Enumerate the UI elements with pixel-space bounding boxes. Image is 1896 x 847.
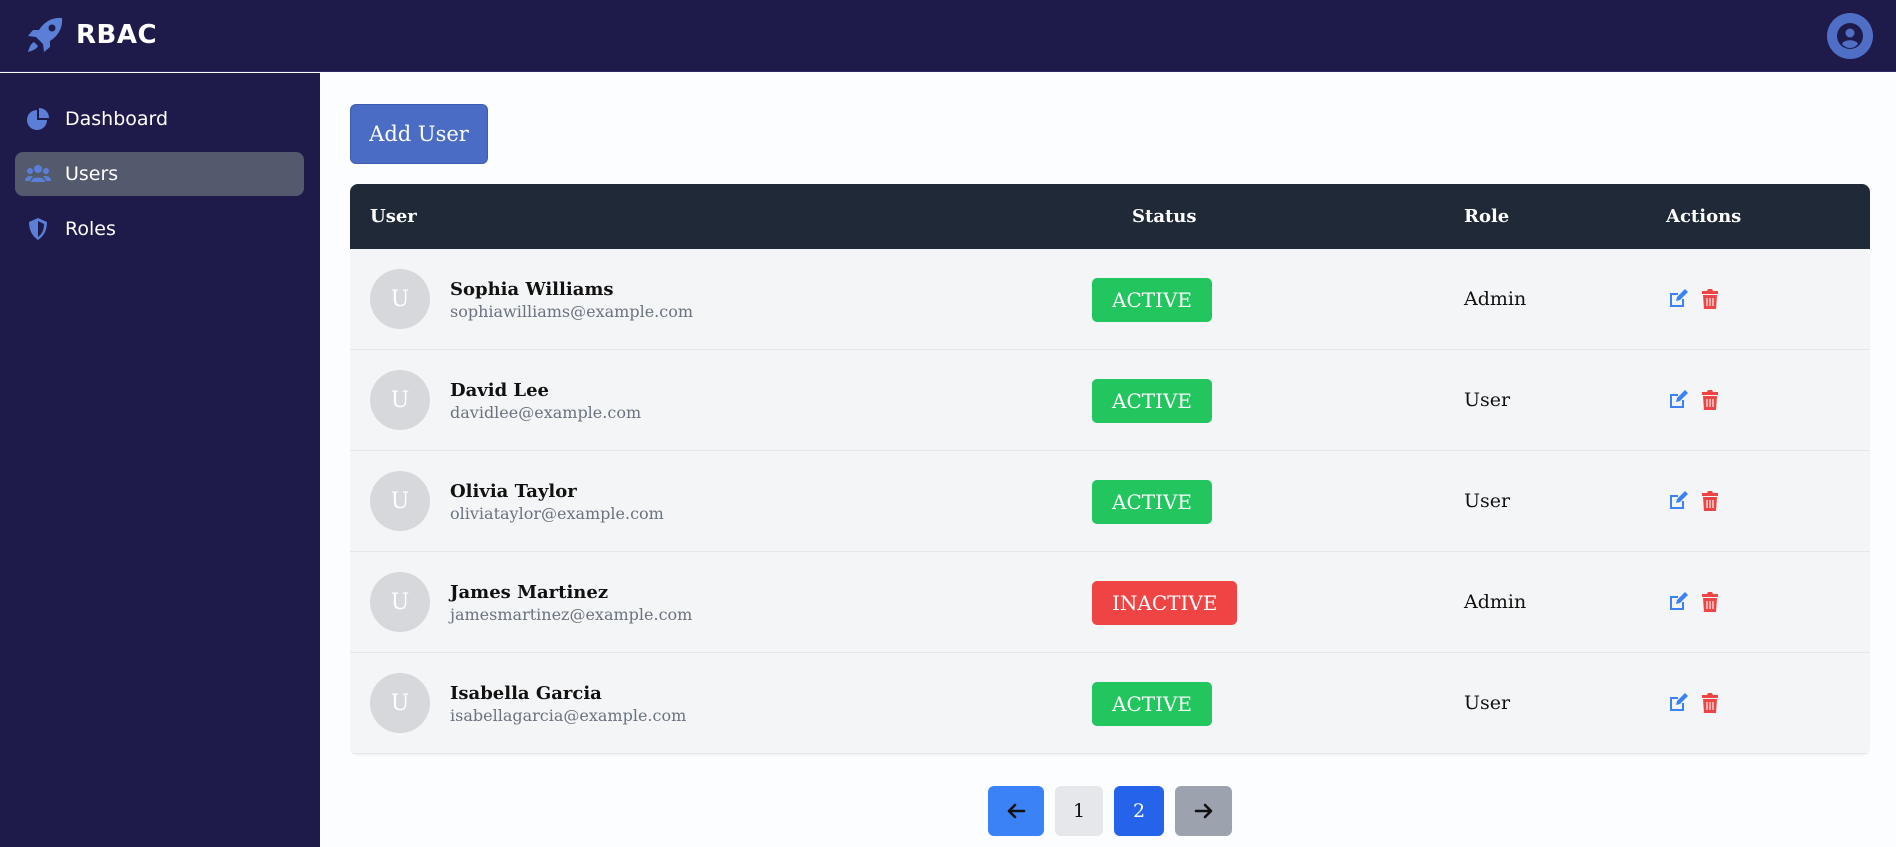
header-user: User	[370, 206, 417, 227]
page-button-1[interactable]: 1	[1055, 786, 1103, 836]
sidebar: Dashboard Users Roles	[0, 73, 320, 847]
trash-icon[interactable]	[1698, 691, 1722, 715]
trash-icon[interactable]	[1698, 287, 1722, 311]
sidebar-item-users[interactable]: Users	[15, 152, 304, 196]
arrow-right-icon	[1194, 803, 1212, 819]
edit-icon[interactable]	[1666, 388, 1690, 412]
status-badge: INACTIVE	[1092, 581, 1238, 625]
prev-page-button[interactable]	[988, 786, 1044, 836]
user-name: Olivia Taylor	[450, 481, 577, 502]
shield-icon	[29, 218, 47, 240]
trash-icon[interactable]	[1698, 388, 1722, 412]
edit-icon[interactable]	[1666, 691, 1690, 715]
sidebar-item-label: Roles	[65, 218, 116, 240]
user-role: Admin	[1464, 591, 1527, 613]
row-actions	[1666, 388, 1722, 412]
row-divider	[350, 753, 1870, 754]
table-row: U Sophia Williams sophiawilliams@example…	[350, 249, 1870, 350]
user-role: User	[1464, 490, 1511, 512]
trash-icon[interactable]	[1698, 590, 1722, 614]
profile-button[interactable]	[1827, 13, 1873, 59]
status-badge: ACTIVE	[1092, 379, 1213, 423]
row-actions	[1666, 691, 1722, 715]
user-name: David Lee	[450, 380, 549, 401]
row-actions	[1666, 590, 1722, 614]
user-email: oliviataylor@example.com	[450, 504, 664, 523]
edit-icon[interactable]	[1666, 590, 1690, 614]
trash-icon[interactable]	[1698, 489, 1722, 513]
top-bar: RBAC	[0, 0, 1896, 72]
status-badge: ACTIVE	[1092, 682, 1213, 726]
table-row: U Isabella Garcia isabellagarcia@example…	[350, 653, 1870, 754]
add-user-button[interactable]: Add User	[350, 104, 488, 164]
sidebar-item-label: Dashboard	[65, 108, 169, 130]
edit-icon[interactable]	[1666, 287, 1690, 311]
avatar: U	[370, 673, 430, 733]
user-email: sophiawilliams@example.com	[450, 302, 694, 321]
users-icon	[25, 165, 51, 182]
header-actions: Actions	[1666, 206, 1742, 227]
user-email: isabellagarcia@example.com	[450, 706, 687, 725]
brand[interactable]: RBAC	[24, 14, 157, 56]
sidebar-item-label: Users	[65, 163, 119, 185]
avatar: U	[370, 370, 430, 430]
user-circle-icon	[1837, 23, 1863, 49]
next-page-button[interactable]	[1175, 786, 1232, 836]
user-email: jamesmartinez@example.com	[450, 605, 693, 624]
arrow-left-icon	[1007, 803, 1026, 819]
avatar: U	[370, 269, 430, 329]
status-badge: ACTIVE	[1092, 480, 1213, 524]
users-table: User Status Role Actions U Sophia Willia…	[350, 184, 1870, 756]
user-name: James Martinez	[450, 582, 609, 603]
user-role: Admin	[1464, 288, 1527, 310]
page-button-2[interactable]: 2	[1114, 786, 1164, 836]
pie-chart-icon	[27, 108, 49, 130]
user-role: User	[1464, 389, 1511, 411]
table-row: U Olivia Taylor oliviataylor@example.com…	[350, 451, 1870, 552]
user-name: Sophia Williams	[450, 279, 614, 300]
avatar: U	[370, 471, 430, 531]
header-role: Role	[1464, 206, 1510, 227]
table-row: U David Lee davidlee@example.com ACTIVE …	[350, 350, 1870, 451]
edit-icon[interactable]	[1666, 489, 1690, 513]
brand-name: RBAC	[76, 20, 158, 50]
user-email: davidlee@example.com	[450, 403, 642, 422]
avatar: U	[370, 572, 430, 632]
table-header: User Status Role Actions	[350, 184, 1870, 249]
rocket-icon	[28, 17, 63, 52]
header-status: Status	[1132, 206, 1197, 227]
sidebar-item-dashboard[interactable]: Dashboard	[15, 97, 304, 141]
row-actions	[1666, 489, 1722, 513]
row-actions	[1666, 287, 1722, 311]
sidebar-item-roles[interactable]: Roles	[15, 207, 304, 251]
user-name: Isabella Garcia	[450, 683, 602, 704]
table-row: U James Martinez jamesmartinez@example.c…	[350, 552, 1870, 653]
status-badge: ACTIVE	[1092, 278, 1213, 322]
user-role: User	[1464, 692, 1511, 714]
